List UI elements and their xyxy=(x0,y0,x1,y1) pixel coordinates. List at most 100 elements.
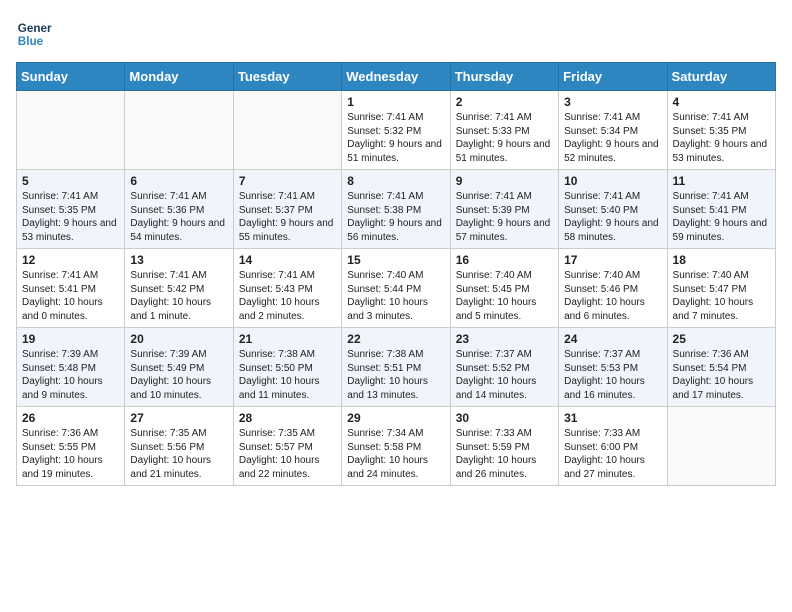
calendar-cell: 23 Sunrise: 7:37 AM Sunset: 5:52 PM Dayli… xyxy=(450,328,558,407)
day-number: 9 xyxy=(456,174,553,188)
day-info: Sunrise: 7:41 AM Sunset: 5:40 PM Dayligh… xyxy=(564,190,661,244)
day-info: Sunrise: 7:36 AM Sunset: 5:54 PM Dayligh… xyxy=(673,348,770,402)
calendar-header-row: SundayMondayTuesdayWednesdayThursdayFrid… xyxy=(17,63,776,91)
day-number: 5 xyxy=(22,174,119,188)
calendar-cell: 9 Sunrise: 7:41 AM Sunset: 5:39 PM Daylig… xyxy=(450,170,558,249)
day-number: 22 xyxy=(347,332,444,346)
calendar-cell xyxy=(667,407,775,486)
weekday-header-tuesday: Tuesday xyxy=(233,63,341,91)
day-info: Sunrise: 7:41 AM Sunset: 5:36 PM Dayligh… xyxy=(130,190,227,244)
day-number: 17 xyxy=(564,253,661,267)
day-info: Sunrise: 7:41 AM Sunset: 5:43 PM Dayligh… xyxy=(239,269,336,323)
day-number: 3 xyxy=(564,95,661,109)
calendar-cell: 1 Sunrise: 7:41 AM Sunset: 5:32 PM Daylig… xyxy=(342,91,450,170)
calendar-cell: 6 Sunrise: 7:41 AM Sunset: 5:36 PM Daylig… xyxy=(125,170,233,249)
calendar-cell xyxy=(17,91,125,170)
calendar-cell: 13Sunrise: 7:41 AM Sunset: 5:42 PM Dayli… xyxy=(125,249,233,328)
day-info: Sunrise: 7:34 AM Sunset: 5:58 PM Dayligh… xyxy=(347,427,444,481)
calendar-cell: 21 Sunrise: 7:38 AM Sunset: 5:50 PM Dayli… xyxy=(233,328,341,407)
day-info: Sunrise: 7:33 AM Sunset: 6:00 PM Dayligh… xyxy=(564,427,661,481)
day-info: Sunrise: 7:41 AM Sunset: 5:32 PM Dayligh… xyxy=(347,111,444,165)
day-number: 11 xyxy=(673,174,770,188)
calendar-cell: 24 Sunrise: 7:37 AM Sunset: 5:53 PM Dayli… xyxy=(559,328,667,407)
day-info: Sunrise: 7:40 AM Sunset: 5:44 PM Dayligh… xyxy=(347,269,444,323)
day-info: Sunrise: 7:41 AM Sunset: 5:35 PM Dayligh… xyxy=(22,190,119,244)
day-number: 19 xyxy=(22,332,119,346)
calendar-table: SundayMondayTuesdayWednesdayThursdayFrid… xyxy=(16,62,776,486)
calendar-cell: 11 Sunrise: 7:41 AM Sunset: 5:41 PM Dayli… xyxy=(667,170,775,249)
day-number: 6 xyxy=(130,174,227,188)
calendar-cell: 3 Sunrise: 7:41 AM Sunset: 5:34 PM Daylig… xyxy=(559,91,667,170)
day-info: Sunrise: 7:41 AM Sunset: 5:33 PM Dayligh… xyxy=(456,111,553,165)
day-info: Sunrise: 7:39 AM Sunset: 5:49 PM Dayligh… xyxy=(130,348,227,402)
day-number: 29 xyxy=(347,411,444,425)
page-header: General Blue xyxy=(16,16,776,52)
day-info: Sunrise: 7:41 AM Sunset: 5:39 PM Dayligh… xyxy=(456,190,553,244)
calendar-cell xyxy=(233,91,341,170)
day-info: Sunrise: 7:40 AM Sunset: 5:45 PM Dayligh… xyxy=(456,269,553,323)
day-number: 28 xyxy=(239,411,336,425)
day-number: 12 xyxy=(22,253,119,267)
day-number: 30 xyxy=(456,411,553,425)
day-info: Sunrise: 7:37 AM Sunset: 5:53 PM Dayligh… xyxy=(564,348,661,402)
calendar-cell: 20 Sunrise: 7:39 AM Sunset: 5:49 PM Dayli… xyxy=(125,328,233,407)
calendar-cell: 4 Sunrise: 7:41 AM Sunset: 5:35 PM Daylig… xyxy=(667,91,775,170)
day-info: Sunrise: 7:38 AM Sunset: 5:51 PM Dayligh… xyxy=(347,348,444,402)
calendar-cell: 25Sunrise: 7:36 AM Sunset: 5:54 PM Dayli… xyxy=(667,328,775,407)
day-info: Sunrise: 7:37 AM Sunset: 5:52 PM Dayligh… xyxy=(456,348,553,402)
weekday-header-friday: Friday xyxy=(559,63,667,91)
day-number: 4 xyxy=(673,95,770,109)
calendar-cell: 16 Sunrise: 7:40 AM Sunset: 5:45 PM Dayli… xyxy=(450,249,558,328)
calendar-cell: 22 Sunrise: 7:38 AM Sunset: 5:51 PM Dayli… xyxy=(342,328,450,407)
calendar-cell: 30 Sunrise: 7:33 AM Sunset: 5:59 PM Dayli… xyxy=(450,407,558,486)
calendar-cell: 29 Sunrise: 7:34 AM Sunset: 5:58 PM Dayli… xyxy=(342,407,450,486)
calendar-cell: 14 Sunrise: 7:41 AM Sunset: 5:43 PM Dayli… xyxy=(233,249,341,328)
day-info: Sunrise: 7:35 AM Sunset: 5:57 PM Dayligh… xyxy=(239,427,336,481)
day-number: 23 xyxy=(456,332,553,346)
day-number: 13 xyxy=(130,253,227,267)
calendar-cell: 17Sunrise: 7:40 AM Sunset: 5:46 PM Dayli… xyxy=(559,249,667,328)
day-info: Sunrise: 7:41 AM Sunset: 5:41 PM Dayligh… xyxy=(22,269,119,323)
calendar-cell: 5 Sunrise: 7:41 AM Sunset: 5:35 PM Daylig… xyxy=(17,170,125,249)
day-number: 16 xyxy=(456,253,553,267)
calendar-cell: 2 Sunrise: 7:41 AM Sunset: 5:33 PM Daylig… xyxy=(450,91,558,170)
day-number: 10 xyxy=(564,174,661,188)
day-number: 1 xyxy=(347,95,444,109)
calendar-week-row: 1 Sunrise: 7:41 AM Sunset: 5:32 PM Daylig… xyxy=(17,91,776,170)
day-number: 15 xyxy=(347,253,444,267)
weekday-header-wednesday: Wednesday xyxy=(342,63,450,91)
day-info: Sunrise: 7:33 AM Sunset: 5:59 PM Dayligh… xyxy=(456,427,553,481)
day-info: Sunrise: 7:41 AM Sunset: 5:41 PM Dayligh… xyxy=(673,190,770,244)
day-number: 8 xyxy=(347,174,444,188)
day-number: 21 xyxy=(239,332,336,346)
calendar-week-row: 12 Sunrise: 7:41 AM Sunset: 5:41 PM Dayli… xyxy=(17,249,776,328)
logo-icon: General Blue xyxy=(16,16,52,52)
calendar-cell: 26Sunrise: 7:36 AM Sunset: 5:55 PM Dayli… xyxy=(17,407,125,486)
calendar-week-row: 26Sunrise: 7:36 AM Sunset: 5:55 PM Dayli… xyxy=(17,407,776,486)
day-number: 7 xyxy=(239,174,336,188)
day-info: Sunrise: 7:38 AM Sunset: 5:50 PM Dayligh… xyxy=(239,348,336,402)
calendar-week-row: 19Sunrise: 7:39 AM Sunset: 5:48 PM Dayli… xyxy=(17,328,776,407)
calendar-cell: 10 Sunrise: 7:41 AM Sunset: 5:40 PM Dayli… xyxy=(559,170,667,249)
day-number: 18 xyxy=(673,253,770,267)
day-number: 27 xyxy=(130,411,227,425)
calendar-cell: 7 Sunrise: 7:41 AM Sunset: 5:37 PM Daylig… xyxy=(233,170,341,249)
day-info: Sunrise: 7:35 AM Sunset: 5:56 PM Dayligh… xyxy=(130,427,227,481)
day-info: Sunrise: 7:41 AM Sunset: 5:34 PM Dayligh… xyxy=(564,111,661,165)
day-number: 26 xyxy=(22,411,119,425)
day-number: 20 xyxy=(130,332,227,346)
day-info: Sunrise: 7:40 AM Sunset: 5:47 PM Dayligh… xyxy=(673,269,770,323)
logo: General Blue xyxy=(16,16,56,52)
day-info: Sunrise: 7:41 AM Sunset: 5:35 PM Dayligh… xyxy=(673,111,770,165)
calendar-cell: 15 Sunrise: 7:40 AM Sunset: 5:44 PM Dayli… xyxy=(342,249,450,328)
day-number: 2 xyxy=(456,95,553,109)
calendar-cell: 18 Sunrise: 7:40 AM Sunset: 5:47 PM Dayli… xyxy=(667,249,775,328)
svg-text:General: General xyxy=(18,22,52,35)
weekday-header-sunday: Sunday xyxy=(17,63,125,91)
weekday-header-monday: Monday xyxy=(125,63,233,91)
calendar-cell xyxy=(125,91,233,170)
day-number: 31 xyxy=(564,411,661,425)
day-number: 24 xyxy=(564,332,661,346)
day-number: 14 xyxy=(239,253,336,267)
day-info: Sunrise: 7:41 AM Sunset: 5:37 PM Dayligh… xyxy=(239,190,336,244)
